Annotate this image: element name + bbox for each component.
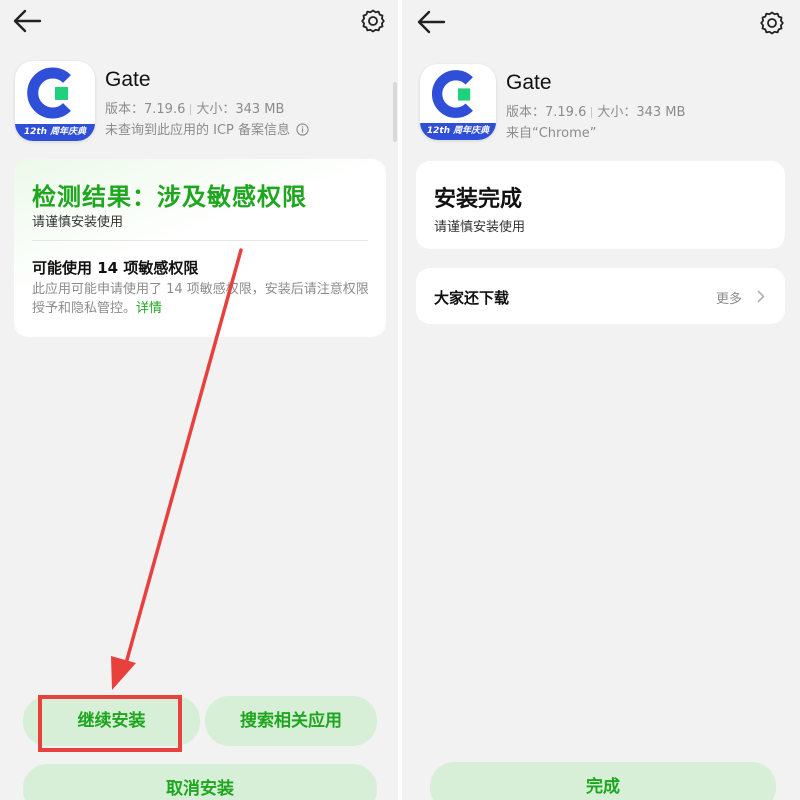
install-complete-title: 安装完成	[434, 187, 523, 212]
gear-icon[interactable]	[759, 10, 785, 36]
install-source: 来自“Chrome”	[506, 126, 597, 141]
gate-logo-icon	[432, 70, 473, 118]
chevron-right-icon[interactable]	[757, 290, 765, 303]
others-downloaded-label: 大家还下载	[434, 289, 510, 307]
scroll-indicator	[393, 82, 397, 142]
others-downloaded-row[interactable]: 大家还下载 更多	[416, 268, 785, 324]
annotation-arrow	[111, 248, 243, 690]
app-version-size: 版本：7.19.6 大小：343 MB	[506, 101, 685, 120]
app-size: 大小：343 MB	[597, 105, 686, 120]
install-complete-screen: 12th 周年庆典 Gate 版本：7.19.6 大小：343 MB 来自“Chr…	[402, 0, 800, 800]
install-warning-screen: 12th 周年庆典 Gate 版本：7.19.6 大小：343 MB 未查询到此应…	[0, 0, 398, 800]
app-version: 版本：7.19.6	[506, 105, 587, 120]
gate-app-icon: 12th 周年庆典	[420, 64, 496, 140]
app-name: Gate	[506, 71, 552, 94]
install-complete-subtitle: 请谨慎安装使用	[434, 220, 526, 235]
more-link[interactable]: 更多	[716, 288, 742, 307]
install-complete-card: 安装完成 请谨慎安装使用	[416, 161, 785, 249]
done-button[interactable]: 完成	[430, 762, 776, 800]
back-arrow-icon[interactable]	[416, 9, 446, 35]
anniversary-badge: 12th 周年庆典	[420, 123, 496, 140]
